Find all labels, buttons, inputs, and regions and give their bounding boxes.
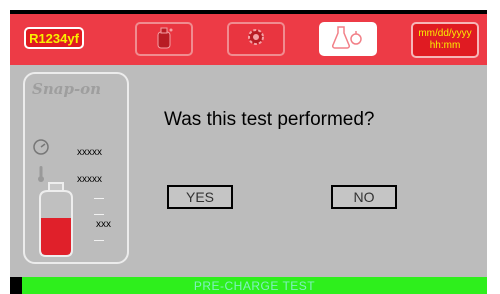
brand-logo: Snap-on: [32, 80, 102, 98]
tab-bottle[interactable]: [135, 22, 193, 56]
yes-button[interactable]: YES: [167, 185, 233, 209]
time-text: hh:mm: [429, 40, 461, 51]
tab-settings[interactable]: [227, 22, 285, 56]
datetime-display: mm/dd/yyyy hh:mm: [411, 22, 479, 58]
bottle-icon: [151, 24, 177, 55]
thermometer-icon: [32, 165, 50, 183]
level-tick: [94, 240, 104, 241]
temperature-value: xxxxx: [77, 174, 102, 185]
flask-icon: [331, 23, 364, 56]
tab-tests[interactable]: [319, 22, 377, 56]
tank-level-icon: [32, 182, 80, 258]
dialog-question: Was this test performed?: [164, 109, 375, 130]
pressure-gauge-icon: [32, 138, 50, 156]
level-tick: [94, 214, 104, 215]
refrigerant-badge: R1234yf: [24, 27, 84, 49]
pressure-value: xxxxx: [77, 147, 102, 158]
status-bar: PRE-CHARGE TEST: [22, 277, 487, 294]
no-button[interactable]: NO: [331, 185, 397, 209]
date-text: mm/dd/yyyy: [418, 28, 472, 39]
tank-level-value: xxx: [96, 219, 111, 230]
level-tick: [94, 198, 104, 199]
gear-icon: [244, 25, 268, 54]
